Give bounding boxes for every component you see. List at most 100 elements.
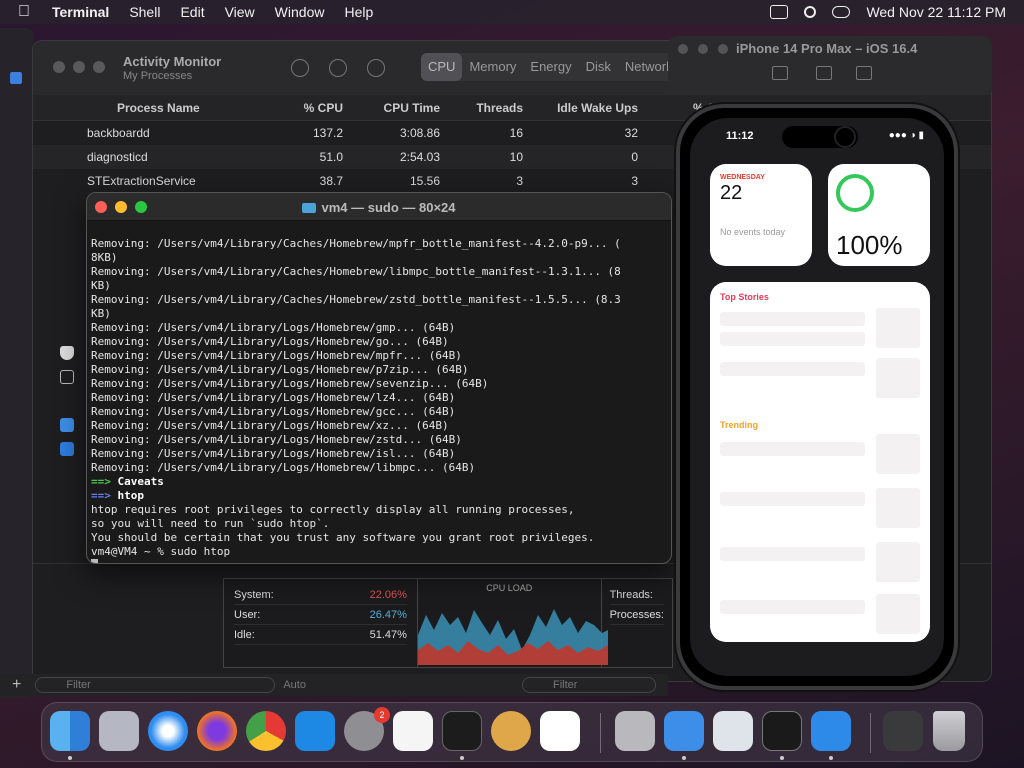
process-counts: Threads: Processes:	[602, 579, 672, 667]
running-indicator	[829, 756, 833, 760]
terminal-output[interactable]: Removing: /Users/vm4/Library/Caches/Home…	[87, 221, 671, 563]
col-cpu-time[interactable]: CPU Time	[351, 101, 448, 115]
dock-separator	[870, 713, 871, 753]
tab-memory[interactable]: Memory	[462, 53, 523, 81]
menu-edit[interactable]: Edit	[180, 4, 204, 20]
col-idle-wake-ups[interactable]: Idle Wake Ups	[531, 101, 646, 115]
tab-energy[interactable]: Energy	[523, 53, 578, 81]
news-placeholder	[720, 547, 865, 561]
wake-ups-value: 32	[624, 126, 638, 140]
stat-value: 22.06%	[369, 588, 407, 601]
trash-icon[interactable]	[933, 711, 965, 751]
menu-view[interactable]: View	[225, 4, 255, 20]
battery-widget[interactable]: 100%	[828, 164, 930, 266]
tab-cpu[interactable]: CPU	[421, 53, 463, 81]
zoom-button[interactable]	[718, 44, 728, 54]
terminal-icon[interactable]	[442, 711, 482, 751]
chrome-icon[interactable]	[246, 711, 286, 751]
col-process-name[interactable]: Process Name	[33, 101, 261, 115]
simulator-title: iPhone 14 Pro Max – iOS 16.4	[736, 41, 918, 56]
news-placeholder	[720, 600, 865, 614]
stop-process-icon[interactable]	[291, 59, 309, 77]
close-button[interactable]	[53, 61, 65, 73]
more-actions-icon[interactable]	[367, 59, 385, 77]
status-icons: ●●● ◑ ▮	[888, 130, 924, 141]
terminal-line: Removing: /Users/vm4/Library/Logs/Homebr…	[91, 419, 449, 432]
filter-input-right[interactable]: Filter	[521, 677, 656, 693]
sidebar-folder-icon[interactable]	[10, 72, 22, 84]
home-icon[interactable]	[772, 66, 788, 80]
vscode-icon[interactable]	[540, 711, 580, 751]
stat-label: Idle:	[234, 628, 255, 641]
camera-cutout	[834, 126, 856, 148]
menu-shell[interactable]: Shell	[129, 4, 160, 20]
tab-disk[interactable]: Disk	[579, 53, 618, 81]
col-threads[interactable]: Threads	[448, 101, 531, 115]
menu-bar:  Terminal Shell Edit View Window Help W…	[0, 0, 1024, 24]
screen-mirroring-icon[interactable]	[770, 5, 789, 19]
textedit-icon[interactable]	[393, 711, 433, 751]
stat-label: Threads:	[609, 588, 653, 601]
running-indicator	[682, 756, 686, 760]
calendar-day: WEDNESDAY	[720, 174, 765, 181]
add-icon[interactable]: +	[12, 676, 21, 694]
window-subtitle: My Processes	[123, 70, 193, 82]
menu-help[interactable]: Help	[344, 4, 373, 20]
stat-label: System:	[234, 588, 274, 601]
minimize-button[interactable]	[698, 44, 708, 54]
activity-monitor-icon[interactable]	[762, 711, 802, 751]
news-placeholder	[720, 492, 865, 506]
rotate-icon[interactable]	[856, 66, 872, 80]
firefox-icon[interactable]	[197, 711, 237, 751]
xcode-small-icon	[60, 442, 74, 456]
terminal-small-icon	[60, 370, 74, 384]
filter-input-left[interactable]: Filter	[35, 677, 276, 693]
threads-value: 3	[516, 174, 523, 188]
stat-user: User: 26.47%	[234, 605, 407, 625]
apple-menu-icon[interactable]: 	[18, 3, 38, 21]
caveats-heading: Caveats	[117, 475, 164, 488]
terminal-window: vm4 — sudo — 80×24 Removing: /Users/vm4/…	[86, 192, 672, 564]
iphone-device: 11:12 ●●● ◑ ▮ WEDNESDAY 22 No events tod…	[676, 104, 958, 690]
terminal-line: Removing: /Users/vm4/Library/Caches/Home…	[91, 265, 621, 278]
control-center-icon[interactable]	[832, 6, 851, 18]
app-store-icon[interactable]	[295, 711, 335, 751]
htop-line: ==> htop	[91, 489, 671, 503]
cpu-stats: System: 22.06% User: 26.47% Idle: 51.47%…	[223, 578, 673, 668]
auto-select[interactable]: Auto	[283, 679, 306, 691]
xcode-icon[interactable]	[664, 711, 704, 751]
cpu-load-label: CPU LOAD	[486, 583, 533, 593]
menu-window[interactable]: Window	[275, 4, 325, 20]
zoom-button[interactable]	[93, 61, 105, 73]
launchpad-icon[interactable]	[99, 711, 139, 751]
col-cpu[interactable]: % CPU	[261, 101, 351, 115]
garageband-icon[interactable]	[491, 711, 531, 751]
cpu-load-chart	[417, 609, 608, 665]
downloads-stack-icon[interactable]	[883, 711, 923, 751]
simulator-icon[interactable]	[811, 711, 851, 751]
stat-label: User:	[234, 608, 261, 621]
cpu-time-value: 3:08.86	[399, 126, 440, 140]
installer-icon[interactable]	[615, 711, 655, 751]
terminal-scrollbar[interactable]	[659, 223, 669, 557]
close-button[interactable]	[678, 44, 688, 54]
process-name: backboardd	[87, 126, 150, 140]
finder-icon[interactable]	[50, 711, 90, 751]
calendar-widget[interactable]: WEDNESDAY 22 No events today	[710, 164, 812, 266]
simulator-titlebar: iPhone 14 Pro Max – iOS 16.4	[668, 36, 992, 92]
iphone-screen[interactable]: 11:12 ●●● ◑ ▮ WEDNESDAY 22 No events tod…	[690, 118, 944, 676]
info-icon[interactable]	[329, 59, 347, 77]
preview-icon[interactable]	[713, 711, 753, 751]
menu-clock[interactable]: Wed Nov 22 11:12 PM	[866, 4, 1006, 20]
terminal-line: Removing: /Users/vm4/Library/Logs/Homebr…	[91, 405, 456, 418]
menu-app-name[interactable]: Terminal	[52, 4, 109, 20]
htop-heading: htop	[117, 489, 145, 502]
news-placeholder	[720, 442, 865, 456]
stat-idle: Idle: 51.47%	[234, 625, 407, 645]
news-widget[interactable]: Top Stories Trending	[710, 282, 930, 642]
spotlight-search-icon[interactable]	[804, 6, 817, 18]
safari-icon[interactable]	[148, 711, 188, 751]
minimize-button[interactable]	[73, 61, 85, 73]
folder-icon	[302, 203, 317, 213]
screenshot-icon[interactable]	[816, 66, 832, 80]
